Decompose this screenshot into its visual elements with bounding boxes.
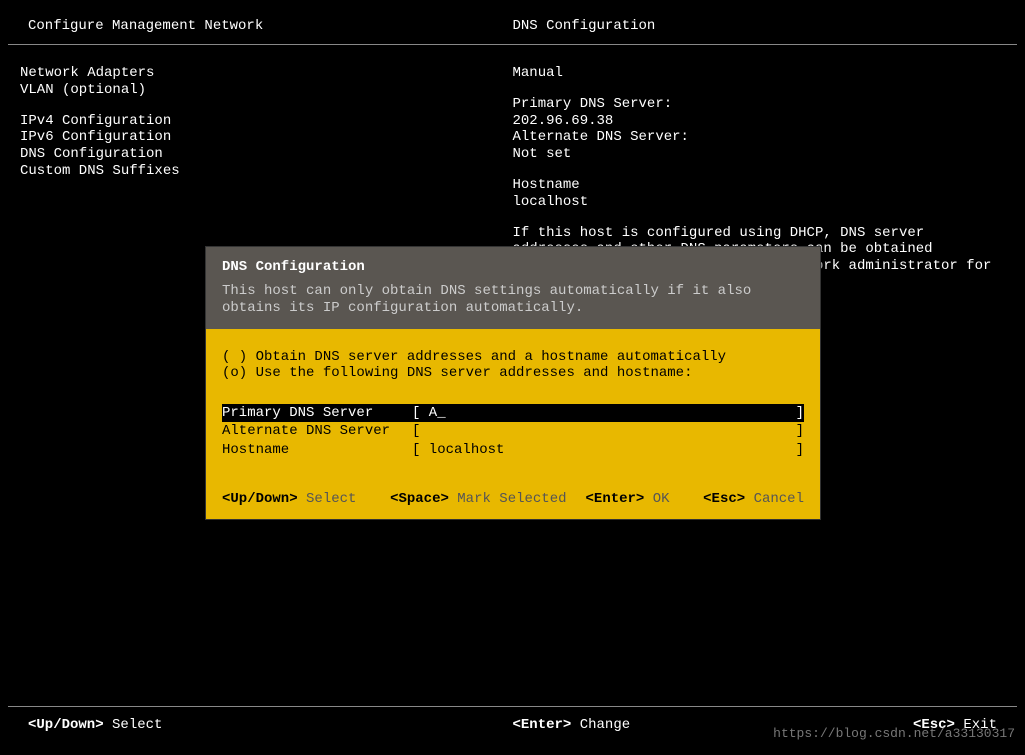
- field-hostname-label: Hostname: [222, 441, 412, 459]
- field-alternate-dns[interactable]: Alternate DNS Server [ ]: [222, 422, 804, 440]
- bracket: ]: [796, 441, 804, 459]
- field-alternate-value[interactable]: [420, 422, 795, 440]
- bracket: ]: [796, 404, 804, 422]
- footer-key-updown: <Up/Down>: [28, 717, 104, 733]
- field-primary-value[interactable]: A_: [420, 404, 795, 422]
- menu-ipv6[interactable]: IPv6 Configuration: [20, 129, 513, 146]
- dialog-title: DNS Configuration: [222, 259, 804, 275]
- dns-config-dialog: DNS Configuration This host can only obt…: [205, 246, 821, 520]
- info-hostname-label: Hostname: [513, 177, 1006, 194]
- menu-vlan[interactable]: VLAN (optional): [20, 82, 513, 99]
- menu-dns[interactable]: DNS Configuration: [20, 146, 513, 163]
- field-hostname-value[interactable]: localhost: [420, 441, 795, 459]
- action-ok[interactable]: OK: [653, 491, 670, 507]
- action-mark: Mark Selected: [457, 491, 566, 507]
- header-right-title: DNS Configuration: [513, 18, 998, 34]
- menu-ipv4[interactable]: IPv4 Configuration: [20, 113, 513, 130]
- header-left-title: Configure Management Network: [28, 18, 513, 34]
- watermark: https://blog.csdn.net/a33130317: [773, 726, 1015, 741]
- info-alternate-value: Not set: [513, 146, 1006, 163]
- key-esc: <Esc>: [703, 491, 745, 507]
- key-updown: <Up/Down>: [222, 491, 298, 507]
- menu-custom-dns[interactable]: Custom DNS Suffixes: [20, 163, 513, 180]
- bracket: [: [412, 441, 420, 459]
- menu-network-adapters[interactable]: Network Adapters: [20, 65, 513, 82]
- dialog-description: This host can only obtain DNS settings a…: [222, 283, 804, 317]
- field-hostname[interactable]: Hostname [ localhost ]: [222, 441, 804, 459]
- bracket: [: [412, 404, 420, 422]
- dialog-footer: <Up/Down> Select <Space> Mark Selected <…: [206, 461, 820, 519]
- field-alternate-label: Alternate DNS Server: [222, 422, 412, 440]
- info-hostname-value: localhost: [513, 194, 1006, 211]
- action-select: Select: [306, 491, 356, 507]
- bracket: [: [412, 422, 420, 440]
- footer-key-enter: <Enter>: [513, 717, 572, 733]
- footer-action-change: Change: [580, 717, 630, 733]
- field-primary-label: Primary DNS Server: [222, 404, 412, 422]
- key-enter: <Enter>: [586, 491, 645, 507]
- action-cancel[interactable]: Cancel: [754, 491, 804, 507]
- key-space: <Space>: [390, 491, 449, 507]
- bracket: ]: [796, 422, 804, 440]
- info-manual: Manual: [513, 65, 1006, 82]
- radio-manual[interactable]: (o) Use the following DNS server address…: [222, 365, 804, 382]
- info-primary-value: 202.96.69.38: [513, 113, 1006, 130]
- footer-action-select: Select: [112, 717, 162, 733]
- info-primary-label: Primary DNS Server:: [513, 96, 1006, 113]
- radio-auto[interactable]: ( ) Obtain DNS server addresses and a ho…: [222, 349, 804, 366]
- field-primary-dns[interactable]: Primary DNS Server [ A_ ]: [222, 404, 804, 422]
- info-alternate-label: Alternate DNS Server:: [513, 129, 1006, 146]
